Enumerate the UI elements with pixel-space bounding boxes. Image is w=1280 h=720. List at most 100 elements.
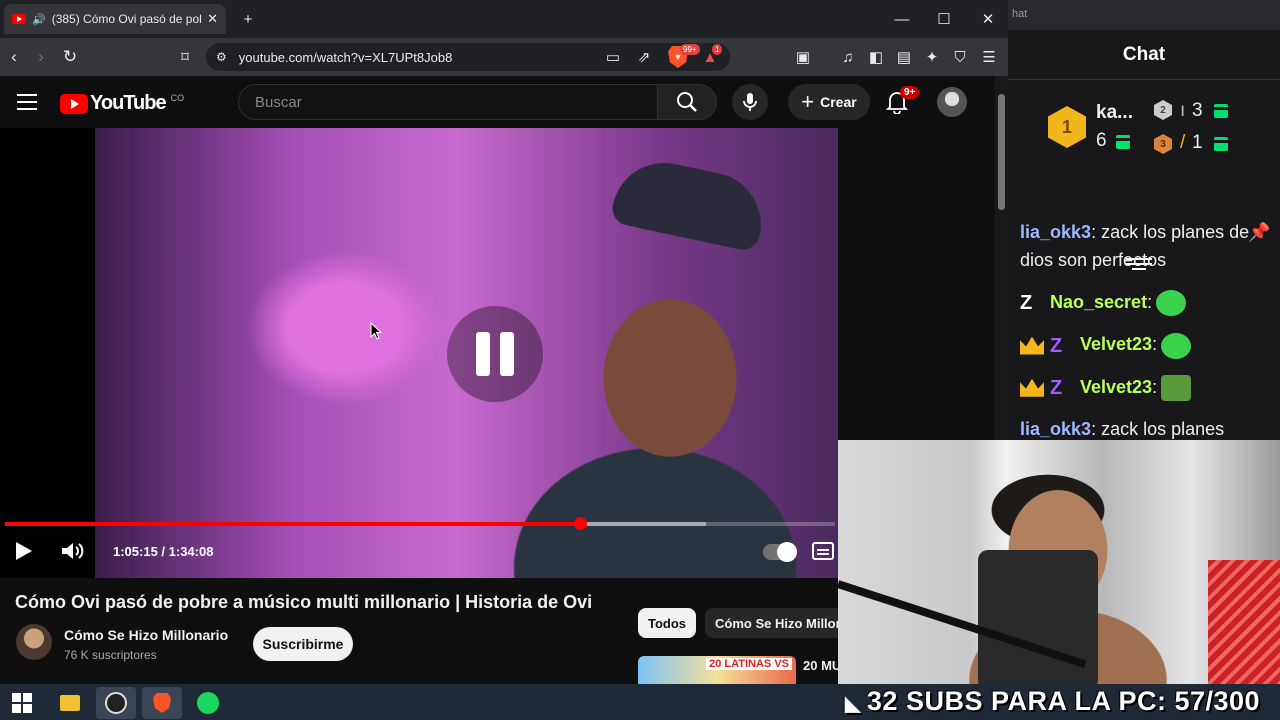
play-icon[interactable] xyxy=(14,540,34,562)
vpn-shield-icon[interactable]: ⛉ xyxy=(950,47,970,67)
pause-overlay-icon[interactable] xyxy=(447,306,543,402)
subscribe-button[interactable]: Suscribirme xyxy=(253,627,353,661)
chat-text: : zack los planes xyxy=(1091,418,1225,439)
z-badge-icon: Z xyxy=(1020,292,1033,315)
rank-2-gifts: 3 xyxy=(1192,100,1203,121)
video-progress-bar[interactable] xyxy=(5,517,835,530)
shields-count-badge: 99+ xyxy=(680,44,700,55)
kick-logo-icon: ◣ xyxy=(845,693,861,715)
plus-icon: + xyxy=(801,89,815,114)
maximize-window-button[interactable]: ☐ xyxy=(926,6,962,32)
chat-window-label: hat xyxy=(1008,0,1280,30)
scrollbar-thumb[interactable] xyxy=(998,94,1005,210)
video-player[interactable]: 1:05:15 / 1:34:08 xyxy=(0,128,838,578)
create-button[interactable]: + Crear xyxy=(788,84,870,120)
z-badge-icon: Z xyxy=(1050,334,1063,357)
leader-gifts: 6 xyxy=(1096,130,1107,151)
notifications-button[interactable]: 9+ xyxy=(885,86,920,116)
sidebar-icon[interactable]: ◧ xyxy=(866,47,886,67)
chat-messages: lia_okk3: zack los planes de dios son pe… xyxy=(1020,218,1252,440)
subs-goal-text: SUBS PARA LA PC: 57/300 xyxy=(905,686,1261,716)
youtube-logo[interactable]: YouTube CO xyxy=(60,92,184,115)
close-window-button[interactable]: ✕ xyxy=(970,6,1006,32)
obs-icon[interactable] xyxy=(96,687,136,719)
chat-username[interactable]: Nao_secret xyxy=(1050,292,1147,312)
minimize-window-button[interactable]: — xyxy=(884,6,920,32)
hamburger-menu-icon[interactable] xyxy=(17,94,37,110)
file-explorer-icon[interactable] xyxy=(50,687,90,719)
back-arrow-icon[interactable]: ‹ xyxy=(0,43,28,71)
forward-arrow-icon[interactable]: › xyxy=(27,43,55,71)
gift-icon xyxy=(1213,104,1229,118)
bookmark-icon[interactable]: ⌑ xyxy=(171,43,199,71)
windows-start-icon[interactable] xyxy=(12,693,32,713)
url-text: youtube.com/watch?v=XL7UPt8Job8 xyxy=(238,49,453,65)
cast-icon[interactable]: ▭ xyxy=(603,47,623,67)
chat-username[interactable]: Velvet23 xyxy=(1080,377,1152,397)
rank-3-badge: 3 xyxy=(1154,134,1172,154)
search-button[interactable] xyxy=(657,84,717,120)
close-tab-icon[interactable]: ✕ xyxy=(207,11,218,27)
chat-username[interactable]: lia_okk3 xyxy=(1020,419,1091,439)
search-input[interactable]: Buscar xyxy=(238,84,658,120)
chat-username[interactable]: Velvet23 xyxy=(1080,334,1152,354)
autoplay-toggle[interactable] xyxy=(763,542,797,562)
reload-icon[interactable]: ↻ xyxy=(56,43,84,71)
crown-badge-icon xyxy=(1020,336,1044,355)
tab-title: (385) Cómo Ovi pasó de pobr xyxy=(51,12,202,26)
spotify-icon[interactable] xyxy=(188,687,228,719)
chat-text: : xyxy=(1152,334,1158,355)
video-time: 1:05:15 / 1:34:08 xyxy=(113,544,214,559)
chat-message: Z Nao_secret: xyxy=(1020,288,1252,317)
rank-3-separator: / xyxy=(1180,132,1186,153)
menu-icon[interactable]: ☰ xyxy=(979,47,999,67)
mouse-cursor-icon xyxy=(370,322,382,340)
chat-message: Z Velvet23: xyxy=(1020,330,1252,359)
green-emote-icon xyxy=(1161,332,1192,359)
gift-icon xyxy=(1213,137,1229,151)
audio-playing-icon[interactable]: 🔊 xyxy=(32,13,46,26)
chip-channel[interactable]: Cómo Se Hizo Millonario xyxy=(705,608,845,638)
chat-message: Z Velvet23: xyxy=(1020,373,1252,401)
subscriber-count: 76 K suscriptores xyxy=(64,648,157,662)
voice-search-button[interactable] xyxy=(732,84,768,120)
chip-all[interactable]: Todos xyxy=(638,608,697,638)
new-tab-button[interactable]: + xyxy=(230,6,266,32)
reader-mode-icon[interactable]: ▣ xyxy=(793,47,813,67)
youtube-play-logo-icon xyxy=(60,93,88,114)
volume-icon[interactable] xyxy=(60,540,86,562)
share-icon[interactable]: ⇗ xyxy=(634,47,654,67)
brave-browser-icon[interactable] xyxy=(142,687,182,719)
recommended-thumbnail[interactable]: 20 LATINAS VS xyxy=(638,656,796,684)
youtube-favicon-icon xyxy=(12,14,26,24)
frog-emote-icon xyxy=(1161,374,1192,401)
leo-ai-icon[interactable]: ✦ xyxy=(922,47,942,67)
channel-name[interactable]: Cómo Se Hizo Millonario xyxy=(64,627,228,643)
wallet-icon[interactable]: ▤ xyxy=(894,47,914,67)
chat-text: : xyxy=(1147,292,1153,312)
microphone-icon xyxy=(743,93,757,111)
search-icon xyxy=(677,92,697,112)
chat-title: Chat xyxy=(1008,30,1280,80)
stream-goal-overlay: ◣ 32 SUBS PARA LA PC: 57/300 xyxy=(845,686,1260,717)
notification-count-badge: 9+ xyxy=(900,86,920,99)
chat-message: lia_okk3: zack los planes xyxy=(1020,415,1252,440)
z-badge-icon: Z xyxy=(1050,376,1063,399)
user-avatar[interactable] xyxy=(937,87,967,117)
channel-avatar[interactable] xyxy=(16,624,52,660)
webcam-overlay xyxy=(838,440,1280,690)
subtitles-icon[interactable] xyxy=(812,542,834,560)
chat-text: : xyxy=(1152,376,1158,397)
thumbnail-text: 20 LATINAS VS xyxy=(706,658,792,670)
browser-tab-bar: 🔊 (385) Cómo Ovi pasó de pobr ✕ + — ☐ ✕ xyxy=(0,0,1008,38)
site-info-icon[interactable]: ⚙ xyxy=(216,50,227,64)
chat-panel: hat Chat 1 ka... 6 2 ı 3 3 / 1 📌 lia_okk… xyxy=(1008,0,1280,440)
recommended-title[interactable]: 20 MU xyxy=(803,658,843,673)
video-title: Cómo Ovi pasó de pobre a músico multi mi… xyxy=(15,592,593,612)
chat-username[interactable]: lia_okk3 xyxy=(1020,222,1091,242)
video-figure-cap xyxy=(609,153,771,253)
browser-toolbar: ‹ › ↻ ⌑ ⚙ youtube.com/watch?v=XL7UPt8Job… xyxy=(0,38,1008,76)
media-icon[interactable]: ♫ xyxy=(838,47,858,67)
browser-tab[interactable]: 🔊 (385) Cómo Ovi pasó de pobr ✕ xyxy=(4,4,226,34)
gift-leaderboard: 1 ka... 6 2 ı 3 3 / 1 xyxy=(1008,82,1280,270)
